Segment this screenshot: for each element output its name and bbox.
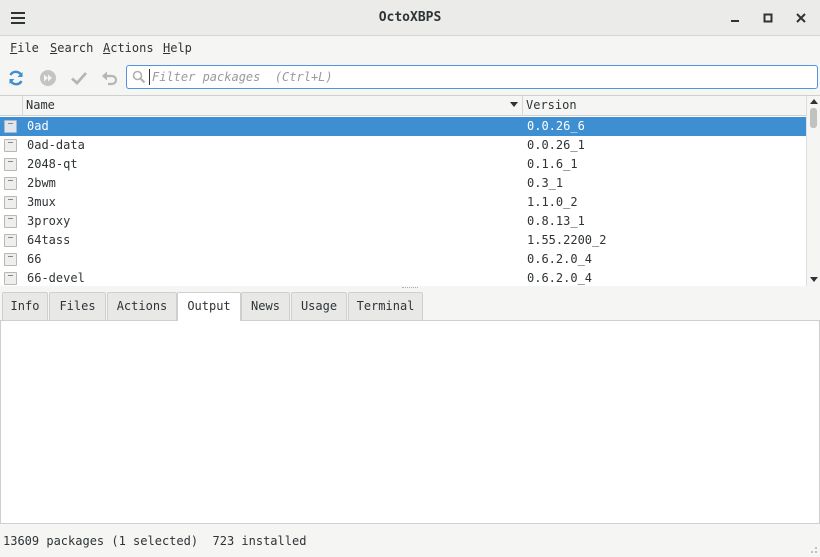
detail-tabs: Info Files Actions Output News Usage Ter…: [0, 292, 820, 321]
table-row[interactable]: 66 0.6.2.0_4: [0, 250, 806, 269]
column-header-version-label: Version: [526, 98, 577, 112]
close-icon[interactable]: [790, 8, 812, 28]
column-header-name[interactable]: Name: [24, 96, 523, 116]
tab-info[interactable]: Info: [2, 292, 48, 320]
package-version: 0.6.2.0_4: [527, 252, 593, 266]
table-row[interactable]: 2048-qt 0.1.6_1: [0, 155, 806, 174]
tab-terminal[interactable]: Terminal: [348, 292, 423, 320]
table-row[interactable]: 64tass 1.55.2200_2: [0, 231, 806, 250]
sync-icon[interactable]: [4, 66, 28, 90]
package-version: 0.0.26_1: [527, 138, 585, 152]
column-header-version[interactable]: Version: [524, 96, 806, 116]
package-version: 0.3_1: [527, 176, 564, 190]
menu-search[interactable]: Search: [50, 41, 93, 58]
table-row[interactable]: 3proxy 0.8.13_1: [0, 212, 806, 231]
package-name: 64tass: [27, 233, 71, 247]
table-row[interactable]: 2bwm 0.3_1: [0, 174, 806, 193]
table-row[interactable]: 66-devel 0.6.2.0_4: [0, 269, 806, 286]
resize-grip-icon[interactable]: [808, 544, 818, 554]
package-name: 3proxy: [27, 214, 71, 228]
status-bar: 13609 packages (1 selected) 723 installe…: [0, 531, 820, 554]
package-icon: [4, 272, 17, 285]
tab-files[interactable]: Files: [49, 292, 106, 320]
package-name: 0ad-data: [27, 138, 85, 152]
filter-packages-input[interactable]: [149, 69, 809, 85]
scrollbar-thumb[interactable]: [810, 108, 817, 128]
package-name: 66-devel: [27, 271, 85, 285]
package-version: 0.1.6_1: [527, 157, 578, 171]
undo-icon[interactable]: [98, 66, 122, 90]
table-row[interactable]: 0ad-data 0.0.26_1: [0, 136, 806, 155]
package-icon: [4, 120, 17, 133]
package-version: 0.0.26_6: [527, 119, 585, 133]
title-bar: OctoXBPS: [0, 0, 820, 36]
output-panel[interactable]: [0, 320, 820, 524]
column-header-status[interactable]: [0, 96, 23, 116]
minimize-icon[interactable]: [724, 8, 746, 28]
window-title: OctoXBPS: [378, 10, 442, 25]
package-version: 0.8.13_1: [527, 214, 585, 228]
apply-checkmark-icon[interactable]: [67, 66, 91, 90]
package-name: 3mux: [27, 195, 56, 209]
tab-usage[interactable]: Usage: [291, 292, 347, 320]
package-icon: [4, 253, 17, 266]
package-version: 1.55.2200_2: [527, 233, 607, 247]
package-icon: [4, 158, 17, 171]
vertical-scrollbar[interactable]: [806, 96, 820, 286]
scroll-up-icon[interactable]: [810, 99, 818, 104]
filter-box: [126, 65, 818, 89]
package-icon: [4, 177, 17, 190]
package-icon: [4, 196, 17, 209]
column-header-name-label: Name: [26, 98, 55, 112]
menu-actions[interactable]: Actions: [103, 41, 154, 58]
package-name: 2048-qt: [27, 157, 78, 171]
menu-file[interactable]: File: [10, 41, 39, 58]
package-icon: [4, 139, 17, 152]
maximize-icon[interactable]: [757, 8, 779, 28]
package-version: 1.1.0_2: [527, 195, 578, 209]
package-table: Name Version 0ad 0.0.26_6 0ad-data 0.0.2…: [0, 95, 820, 286]
status-text: 13609 packages (1 selected) 723 installe…: [3, 534, 307, 548]
commit-icon[interactable]: [36, 66, 60, 90]
scroll-down-icon[interactable]: [810, 277, 818, 282]
package-icon: [4, 234, 17, 247]
search-icon: [132, 70, 146, 84]
table-row[interactable]: 0ad 0.0.26_6: [0, 117, 806, 136]
tab-news[interactable]: News: [241, 292, 290, 320]
package-name: 2bwm: [27, 176, 56, 190]
table-header: Name Version: [0, 96, 806, 116]
sort-descending-icon: [510, 102, 518, 107]
table-row[interactable]: 3mux 1.1.0_2: [0, 193, 806, 212]
package-name: 66: [27, 252, 42, 266]
tab-actions[interactable]: Actions: [107, 292, 177, 320]
splitter-grip: [402, 287, 418, 289]
package-version: 0.6.2.0_4: [527, 271, 593, 285]
tab-output[interactable]: Output: [177, 292, 241, 321]
hamburger-menu-icon[interactable]: [6, 9, 30, 27]
menu-help[interactable]: Help: [163, 41, 192, 58]
package-icon: [4, 215, 17, 228]
package-name: 0ad: [27, 119, 49, 133]
menu-bar: File Search Actions Help: [0, 37, 820, 61]
